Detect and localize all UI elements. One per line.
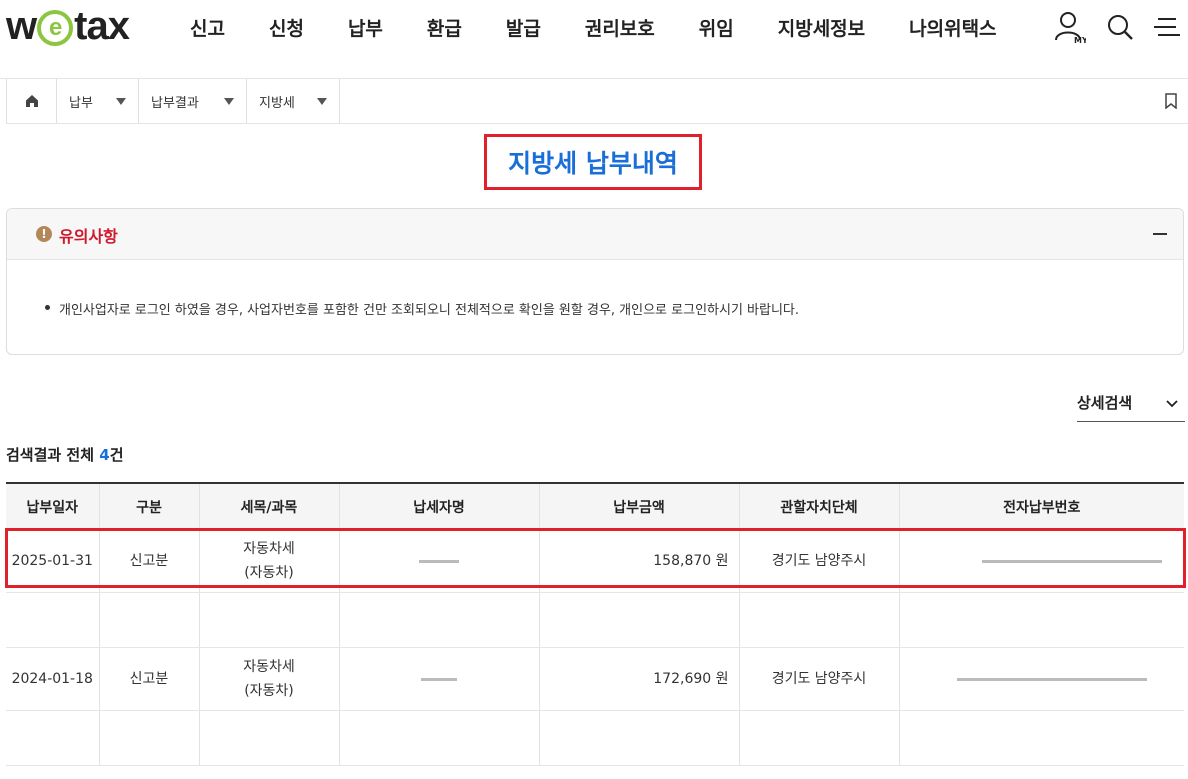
nav-item-my-wetax[interactable]: 나의위택스 [909, 14, 996, 41]
wetax-logo[interactable]: w e tax [6, 4, 130, 49]
col-header-date: 납부일자 [6, 482, 99, 530]
breadcrumb-payment[interactable]: 납부 [56, 79, 138, 123]
table-row[interactable]: 2025-01-31 신고분 자동차세 (자동차) 158,870 원 경기도 남… [6, 529, 1184, 593]
page-title-highlight: 지방세 납부내역 [484, 134, 702, 190]
home-icon [25, 95, 38, 107]
cell-type: 신고분 [98, 647, 199, 711]
menu-icon[interactable] [1154, 15, 1180, 39]
redacted-text [421, 677, 457, 681]
cell-taxpayer-masked [338, 529, 539, 593]
col-header-type: 구분 [98, 482, 199, 530]
nav-item-report[interactable]: 신고 [190, 14, 225, 41]
collapse-icon[interactable] [1153, 233, 1167, 235]
col-header-taxpayer: 납세자명 [338, 482, 539, 530]
col-header-region: 관할자치단체 [738, 482, 899, 530]
redacted-text [981, 559, 1162, 563]
col-header-epay-number: 전자납부번호 [898, 482, 1184, 530]
redacted-text [956, 677, 1147, 681]
nav-item-refund[interactable]: 환급 [427, 14, 462, 41]
cell-date: 2024-01-18 [6, 647, 99, 711]
main-nav: 신고 신청 납부 환급 발급 권리보호 위임 지방세정보 나의위택스 [168, 14, 1019, 41]
site-header: w e tax 신고 신청 납부 환급 발급 권리보호 위임 지방세정보 나의위택스… [0, 0, 1188, 79]
notice-panel: ! 유의사항 개인사업자로 로그인 하였을 경우, 사업자번호를 포함한 건만 … [6, 208, 1184, 355]
chevron-down-icon [224, 97, 234, 105]
table-row-empty [6, 710, 1184, 766]
breadcrumb-payment-result[interactable]: 납부결과 [138, 79, 246, 123]
cell-amount: 172,690 원 [538, 647, 739, 711]
breadcrumb-local-tax[interactable]: 지방세 [246, 79, 340, 123]
notice-title: 유의사항 [59, 227, 118, 246]
nav-item-apply[interactable]: 신청 [269, 14, 304, 41]
col-header-tax-item: 세목/과목 [198, 482, 339, 530]
breadcrumb-home[interactable] [6, 79, 56, 123]
bookmark-icon[interactable] [1164, 93, 1178, 113]
cell-type: 신고분 [98, 529, 199, 593]
redacted-text [419, 559, 459, 563]
chevron-down-icon [1166, 400, 1178, 408]
cell-epay-number-masked [898, 647, 1184, 711]
breadcrumb: 납부 납부결과 지방세 [6, 79, 1188, 124]
cell-taxpayer-masked [338, 647, 539, 711]
cell-region: 경기도 남양주시 [738, 529, 899, 593]
warning-icon: ! [36, 226, 52, 242]
detail-search-toggle[interactable]: 상세검색 [1077, 392, 1185, 422]
nav-item-payment[interactable]: 납부 [348, 14, 383, 41]
table-row[interactable]: 2024-01-18 신고분 자동차세 (자동차) 172,690 원 경기도 남… [6, 647, 1184, 711]
my-page-icon[interactable]: MY [1054, 10, 1086, 44]
nav-item-local-tax-info[interactable]: 지방세정보 [778, 14, 865, 41]
page-title: 지방세 납부내역 [508, 149, 678, 178]
chevron-down-icon [317, 97, 327, 105]
cell-tax-item: 자동차세 (자동차) [198, 647, 339, 711]
my-label: MY [1074, 36, 1086, 44]
cell-date: 2025-01-31 [6, 529, 99, 593]
col-header-amount: 납부금액 [538, 482, 739, 530]
cell-epay-number-masked [898, 529, 1184, 593]
header-icons: MY [1054, 10, 1180, 44]
cell-region: 경기도 남양주시 [738, 647, 899, 711]
search-icon[interactable] [1106, 13, 1134, 41]
nav-item-rights[interactable]: 권리보호 [585, 14, 655, 41]
nav-item-delegate[interactable]: 위임 [699, 14, 734, 41]
bullet-icon [45, 305, 50, 310]
cell-tax-item: 자동차세 (자동차) [198, 529, 339, 593]
notice-header[interactable]: ! 유의사항 [7, 209, 1183, 260]
payment-table: 납부일자 구분 세목/과목 납세자명 납부금액 관할자치단체 전자납부번호 20… [6, 482, 1184, 766]
result-count: 검색결과 전체 4건 [6, 446, 124, 464]
notice-item: 개인사업자로 로그인 하였을 경우, 사업자번호를 포함한 건만 조회되오니 전… [45, 299, 799, 318]
table-header-row: 납부일자 구분 세목/과목 납세자명 납부금액 관할자치단체 전자납부번호 [6, 482, 1184, 530]
cell-amount: 158,870 원 [538, 529, 739, 593]
nav-item-issue[interactable]: 발급 [506, 14, 541, 41]
chevron-down-icon [116, 97, 126, 105]
detail-search-label: 상세검색 [1077, 394, 1133, 412]
table-row-empty [6, 592, 1184, 648]
